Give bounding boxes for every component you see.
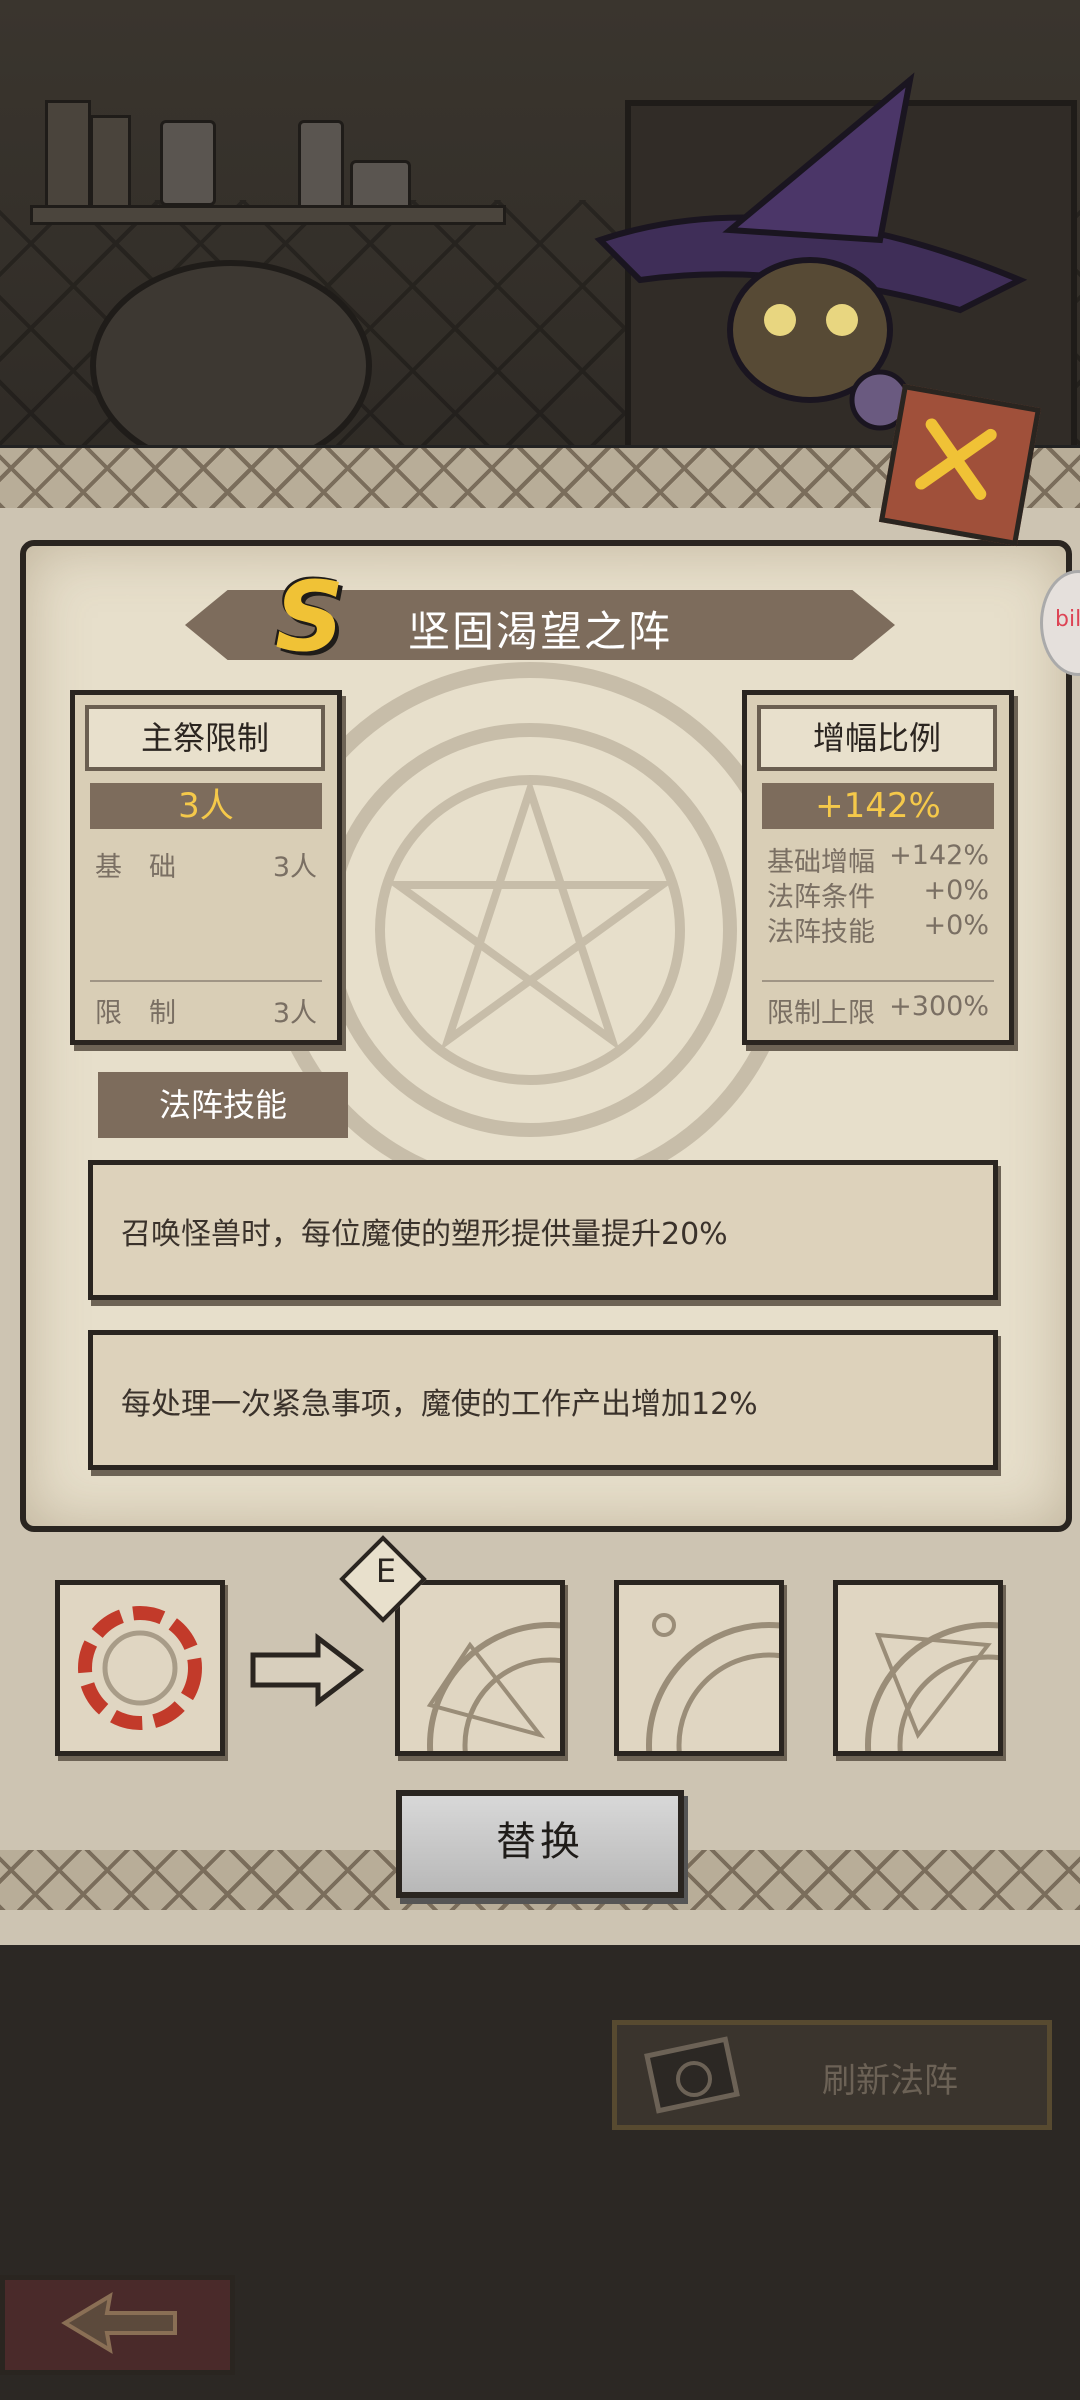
witch-character [594, 72, 1028, 431]
close-button[interactable] [878, 383, 1042, 547]
limit-value: 3人 [272, 998, 317, 1029]
limit-label: 限 制 [95, 998, 176, 1029]
formation-title: 坚固渴望之阵 [407, 607, 672, 656]
stat-label: 法阵技能 [767, 917, 875, 948]
card-main-value: +142% [762, 783, 994, 829]
divider [90, 980, 322, 982]
stat-row: 法阵技能 +0% [767, 910, 989, 949]
limit-value: +300% [889, 991, 989, 1022]
magic-circle-icon [646, 1613, 779, 1751]
video-ad-icon [644, 2036, 740, 2114]
back-arrow-icon [61, 2292, 177, 2354]
skill-item: 召唤怪兽时，每位魔使的塑形提供量提升20% [88, 1160, 998, 1300]
limit-row: 限 制 3人 [95, 991, 317, 1030]
limit-row: 限制上限 +300% [767, 991, 989, 1030]
formation-option-tile[interactable] [614, 1580, 784, 1756]
magic-circle-icon [426, 1622, 560, 1751]
close-icon [915, 418, 997, 500]
divider [762, 980, 994, 982]
globe-icon [90, 260, 372, 472]
potion-icon [350, 160, 411, 211]
back-button[interactable] [0, 2275, 235, 2375]
stat-label: 基础增幅 [767, 847, 875, 878]
book-icon [45, 100, 91, 216]
stat-label: 基 础 [95, 852, 176, 883]
amplify-ratio-card: 增幅比例 +142% 基础增幅 +142% 法阵条件 +0% 法阵技能 +0% … [742, 690, 1014, 1045]
formation-option-tile[interactable] [395, 1580, 565, 1756]
side-floating-label: bili [1055, 607, 1080, 632]
skill-description: 召唤怪兽时，每位魔使的塑形提供量提升20% [121, 1217, 728, 1252]
grade-badge: S [275, 561, 345, 673]
stat-value: +142% [889, 840, 989, 871]
skill-item: 每处理一次紧急事项，魔使的工作产出增加12% [88, 1330, 998, 1470]
stat-row: 法阵条件 +0% [767, 875, 989, 914]
magic-circle-icon [865, 1622, 998, 1751]
card-header: 主祭限制 [85, 705, 325, 771]
arrow-right-icon [250, 1632, 365, 1708]
skill-section-tab: 法阵技能 [98, 1072, 348, 1138]
formation-slot-icon [78, 1606, 202, 1730]
stat-value: +0% [923, 910, 989, 941]
card-main-value: 3人 [90, 783, 322, 829]
book-icon [90, 115, 131, 216]
priest-limit-card: 主祭限制 3人 基 础 3人 限 制 3人 [70, 690, 342, 1045]
stat-row: 基础增幅 +142% [767, 840, 989, 879]
current-formation-tile[interactable] [55, 1580, 225, 1756]
refresh-formation-button[interactable]: 刷新法阵 [612, 2020, 1052, 2130]
replace-button[interactable]: 替换 [396, 1790, 684, 1898]
selected-badge-icon: E [375, 1552, 397, 1590]
refresh-label: 刷新法阵 [822, 2061, 958, 2101]
card-header: 增幅比例 [757, 705, 997, 771]
potion-icon [160, 120, 216, 206]
stat-label: 法阵条件 [767, 882, 875, 913]
formation-option-tile[interactable] [833, 1580, 1003, 1756]
potion-icon [298, 120, 344, 216]
stat-value: +0% [923, 875, 989, 906]
shelf [30, 205, 506, 225]
stat-row: 基 础 3人 [95, 845, 317, 884]
skill-description: 每处理一次紧急事项，魔使的工作产出增加12% [121, 1387, 758, 1422]
stat-value: 3人 [272, 852, 317, 883]
limit-label: 限制上限 [767, 998, 875, 1029]
